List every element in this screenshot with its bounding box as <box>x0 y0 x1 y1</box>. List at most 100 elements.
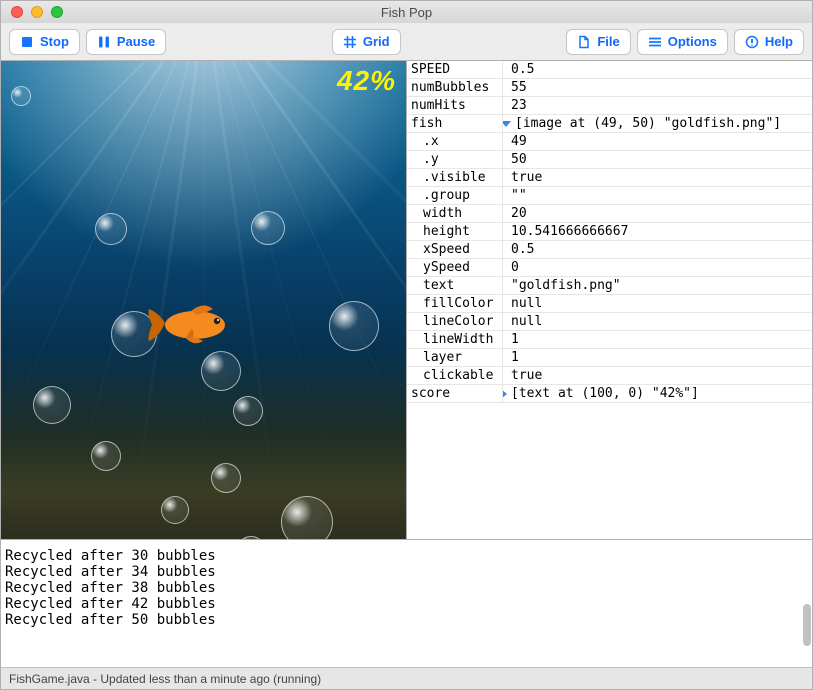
goldfish-image <box>147 303 231 352</box>
console-line: Recycled after 42 bubbles <box>5 596 808 612</box>
stop-icon <box>20 35 34 49</box>
inspector-row[interactable]: height10.541666666667 <box>407 223 812 241</box>
game-canvas[interactable]: 42% <box>1 61 406 539</box>
grid-button[interactable]: Grid <box>332 29 401 55</box>
inspector-prop-name: lineWidth <box>407 331 503 348</box>
statusbar: FishGame.java - Updated less than a minu… <box>1 667 812 689</box>
inspector-prop-value: 23 <box>503 97 812 114</box>
inspector-prop-value: true <box>503 169 812 186</box>
inspector-prop-name: clickable <box>407 367 503 384</box>
inspector-prop-value: null <box>503 313 812 330</box>
inspector-prop-value: 20 <box>503 205 812 222</box>
inspector-prop-name: fish <box>407 115 503 132</box>
help-button[interactable]: Help <box>734 29 804 55</box>
bubble <box>33 386 71 424</box>
pause-button[interactable]: Pause <box>86 29 166 55</box>
scrollbar-thumb[interactable] <box>803 604 811 646</box>
window-title: Fish Pop <box>381 5 432 20</box>
console-line: Recycled after 30 bubbles <box>5 548 808 564</box>
inspector-prop-name: ySpeed <box>407 259 503 276</box>
inspector-row[interactable]: SPEED0.5 <box>407 61 812 79</box>
pause-icon <box>97 35 111 49</box>
inspector-row[interactable]: xSpeed0.5 <box>407 241 812 259</box>
bubble <box>161 496 189 524</box>
inspector-row[interactable]: .visibletrue <box>407 169 812 187</box>
stop-button[interactable]: Stop <box>9 29 80 55</box>
options-button[interactable]: Options <box>637 29 728 55</box>
inspector-row[interactable]: .y50 <box>407 151 812 169</box>
inspector-row[interactable]: width20 <box>407 205 812 223</box>
grid-label: Grid <box>363 34 390 49</box>
inspector-prop-name: SPEED <box>407 61 503 78</box>
bubble <box>91 441 121 471</box>
inspector-prop-value: 1 <box>503 331 812 348</box>
console-line: Recycled after 34 bubbles <box>5 564 808 580</box>
close-icon[interactable] <box>11 6 23 18</box>
inspector-prop-name: score <box>407 385 503 402</box>
inspector-row[interactable]: .x49 <box>407 133 812 151</box>
statusbar-text: FishGame.java - Updated less than a minu… <box>9 672 321 686</box>
inspector-panel[interactable]: SPEED0.5numBubbles55numHits23fish[image … <box>406 61 812 539</box>
inspector-prop-value: 1 <box>503 349 812 366</box>
inspector-prop-value: 49 <box>503 133 812 150</box>
inspector-row[interactable]: fillColornull <box>407 295 812 313</box>
inspector-row[interactable]: lineWidth1 <box>407 331 812 349</box>
bubble <box>211 463 241 493</box>
console-line: Recycled after 50 bubbles <box>5 612 808 628</box>
inspector-row[interactable]: fish[image at (49, 50) "goldfish.png"] <box>407 115 812 133</box>
inspector-prop-value: 10.541666666667 <box>503 223 812 240</box>
inspector-row[interactable]: score[text at (100, 0) "42%"] <box>407 385 812 403</box>
bubble <box>201 351 241 391</box>
console-line: Recycled after 38 bubbles <box>5 580 808 596</box>
inspector-prop-value: "goldfish.png" <box>503 277 812 294</box>
inspector-row[interactable]: .group"" <box>407 187 812 205</box>
inspector-prop-name: numHits <box>407 97 503 114</box>
bubble <box>95 213 127 245</box>
console-panel[interactable]: Recycled after 30 bubblesRecycled after … <box>1 539 812 667</box>
zoom-icon[interactable] <box>51 6 63 18</box>
traffic-lights <box>11 6 63 18</box>
inspector-prop-value: 0 <box>503 259 812 276</box>
disclosure-down-icon[interactable] <box>503 121 511 127</box>
inspector-row[interactable]: lineColornull <box>407 313 812 331</box>
inspector-row[interactable]: layer1 <box>407 349 812 367</box>
inspector-prop-name: .x <box>407 133 503 150</box>
minimize-icon[interactable] <box>31 6 43 18</box>
inspector-prop-value: true <box>503 367 812 384</box>
options-icon <box>648 35 662 49</box>
inspector-prop-name: xSpeed <box>407 241 503 258</box>
bubble <box>251 211 285 245</box>
inspector-prop-name: lineColor <box>407 313 503 330</box>
inspector-prop-name: .y <box>407 151 503 168</box>
inspector-prop-value: 50 <box>503 151 812 168</box>
inspector-prop-name: layer <box>407 349 503 366</box>
help-label: Help <box>765 34 793 49</box>
inspector-row[interactable]: text"goldfish.png" <box>407 277 812 295</box>
bubble <box>281 496 333 539</box>
help-icon <box>745 35 759 49</box>
toolbar: Stop Pause Grid File Options <box>1 23 812 61</box>
bubble <box>233 396 263 426</box>
light-rays <box>1 61 406 539</box>
titlebar: Fish Pop <box>1 1 812 23</box>
inspector-prop-value: [text at (100, 0) "42%"] <box>503 385 812 402</box>
inspector-prop-name: text <box>407 277 503 294</box>
inspector-prop-value: null <box>503 295 812 312</box>
inspector-prop-value: [image at (49, 50) "goldfish.png"] <box>503 115 812 132</box>
inspector-row[interactable]: numHits23 <box>407 97 812 115</box>
inspector-row[interactable]: ySpeed0 <box>407 259 812 277</box>
grid-icon <box>343 35 357 49</box>
bubble <box>329 301 379 351</box>
inspector-prop-value: 55 <box>503 79 812 96</box>
inspector-row[interactable]: clickabletrue <box>407 367 812 385</box>
score-text: 42% <box>337 65 396 97</box>
inspector-prop-name: numBubbles <box>407 79 503 96</box>
bubble <box>11 86 31 106</box>
inspector-prop-value: 0.5 <box>503 241 812 258</box>
inspector-prop-value: 0.5 <box>503 61 812 78</box>
file-button[interactable]: File <box>566 29 630 55</box>
inspector-prop-name: height <box>407 223 503 240</box>
inspector-row[interactable]: numBubbles55 <box>407 79 812 97</box>
disclosure-right-icon[interactable] <box>503 389 507 399</box>
file-label: File <box>597 34 619 49</box>
